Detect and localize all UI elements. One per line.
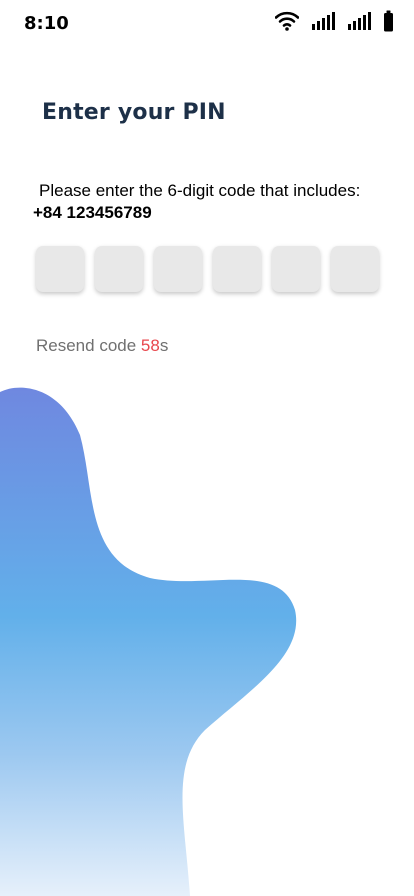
resend-countdown: 58 — [140, 336, 160, 355]
signal-icon — [347, 11, 371, 31]
resend-code-link[interactable]: Resend code 58s — [36, 336, 168, 356]
pin-digit-4[interactable] — [213, 246, 261, 292]
status-time: 8:10 — [24, 13, 69, 34]
pin-digit-6[interactable] — [331, 246, 379, 292]
phone-number: +84 123456789 — [33, 203, 152, 222]
pin-digit-1[interactable] — [36, 246, 84, 292]
pin-digit-2[interactable] — [95, 246, 143, 292]
pin-digit-5[interactable] — [272, 246, 320, 292]
signal-icon — [311, 11, 335, 31]
status-bar: 8:10 — [0, 0, 414, 44]
wifi-icon — [275, 11, 299, 31]
battery-icon — [383, 10, 394, 32]
resend-unit: s — [159, 336, 169, 355]
pin-digit-3[interactable] — [154, 246, 202, 292]
decorative-blob — [0, 387, 297, 896]
page-title: Enter your PIN — [42, 100, 226, 125]
pin-input-group — [36, 246, 379, 292]
instruction-text: Please enter the 6-digit code that inclu… — [39, 181, 361, 200]
resend-label: Resend code — [36, 336, 141, 355]
status-icons — [275, 9, 394, 33]
